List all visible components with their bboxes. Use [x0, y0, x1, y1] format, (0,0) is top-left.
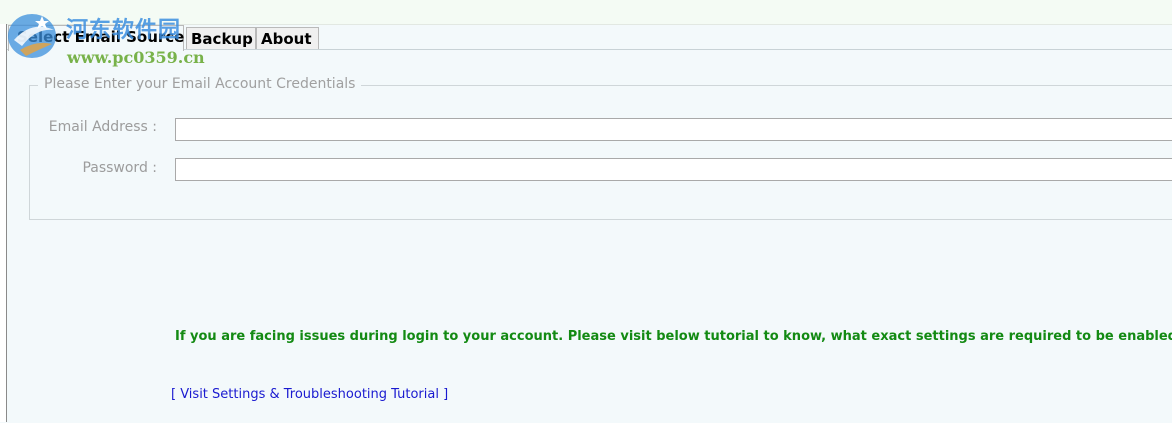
- watermark-title: 河东软件园: [66, 17, 182, 43]
- tab-backup[interactable]: Backup: [186, 27, 256, 49]
- password-label: Password :: [82, 160, 157, 176]
- password-input[interactable]: [175, 158, 1172, 181]
- window-left-edge: [0, 24, 7, 422]
- watermark-url: www.pc0359.cn: [67, 48, 205, 67]
- email-address-input[interactable]: [175, 118, 1172, 141]
- tutorial-link[interactable]: [ Visit Settings & Troubleshooting Tutor…: [171, 387, 448, 402]
- tab-panel-select-email-source: Please Enter your Email Account Credenti…: [7, 49, 1172, 423]
- credentials-group: Please Enter your Email Account Credenti…: [29, 76, 1172, 220]
- credentials-legend: Please Enter your Email Account Credenti…: [38, 76, 362, 92]
- email-address-label: Email Address :: [48, 119, 157, 135]
- login-help-notice: If you are facing issues during login to…: [175, 329, 1172, 344]
- tab-about[interactable]: About: [256, 27, 319, 49]
- watermark-logo-icon: [8, 14, 56, 58]
